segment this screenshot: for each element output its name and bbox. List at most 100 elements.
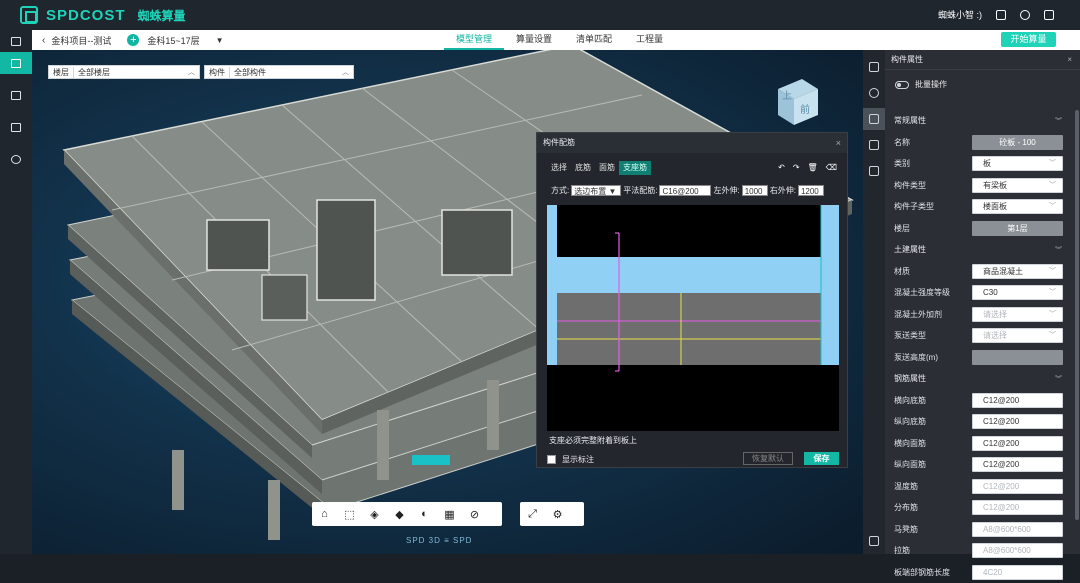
property-select[interactable]: 请选择﹀: [972, 328, 1063, 343]
help-icon[interactable]: [1020, 10, 1030, 20]
collapse-icon[interactable]: ︾: [1055, 116, 1062, 126]
floor-range[interactable]: 金科15~17层: [147, 34, 199, 47]
section-header[interactable]: 土建属性︾: [885, 239, 1072, 261]
property-select[interactable]: 请选择﹀: [972, 307, 1063, 322]
property-select[interactable]: 商品混凝土﹀: [972, 264, 1063, 279]
tab-quantity-settings[interactable]: 算量设置: [504, 30, 564, 50]
logout-icon[interactable]: [1044, 10, 1054, 20]
back-icon[interactable]: ‹: [42, 35, 45, 46]
property-input[interactable]: C12@200: [972, 457, 1063, 472]
chevron-down-icon[interactable]: ︿: [338, 67, 353, 77]
dialog-footer: 显示标注 恢复默认 保存: [547, 451, 839, 467]
cube-icon[interactable]: ◈: [362, 502, 387, 526]
property-value: 商品混凝土: [983, 267, 1023, 276]
property-input[interactable]: A8@600*600: [972, 543, 1063, 558]
tab-select[interactable]: 选择: [547, 161, 571, 175]
eraser-icon[interactable]: ⌫: [826, 163, 837, 172]
properties-tool[interactable]: [863, 56, 885, 78]
property-row: 类别板﹀: [885, 153, 1072, 175]
tab-bottom-rebar[interactable]: 底筋: [571, 161, 595, 175]
fullscreen-icon[interactable]: ⤢: [520, 502, 545, 526]
settings-icon[interactable]: ⚙: [545, 502, 570, 526]
view-cube[interactable]: 上 前: [772, 75, 822, 127]
start-calculation-button[interactable]: 开始算量: [1001, 32, 1056, 47]
project-name[interactable]: 金科项目--测试: [51, 34, 111, 47]
property-input[interactable]: C12@200: [972, 500, 1063, 515]
cube-front-label[interactable]: 前: [800, 103, 810, 116]
redo-icon[interactable]: ↷: [793, 163, 800, 172]
property-input[interactable]: A8@600*600: [972, 522, 1063, 537]
property-input[interactable]: 4C20: [972, 565, 1063, 580]
property-input[interactable]: [972, 350, 1063, 365]
sphere-icon[interactable]: ◐: [412, 502, 437, 526]
batch-operation[interactable]: 批量操作: [895, 79, 947, 90]
property-input[interactable]: 砼板 - 100: [972, 135, 1063, 150]
property-select[interactable]: C30﹀: [972, 285, 1063, 300]
property-input[interactable]: C12@200: [972, 479, 1063, 494]
edit-tool[interactable]: [863, 134, 885, 156]
home-icon[interactable]: ⌂: [312, 502, 337, 526]
floor-filter[interactable]: 楼层 全部楼层 ︿: [48, 65, 200, 79]
hide-icon[interactable]: ⊘: [462, 502, 487, 526]
nav-report[interactable]: [0, 84, 32, 106]
select-box-icon[interactable]: ⬚: [337, 502, 362, 526]
chevron-down-icon[interactable]: ︿: [184, 67, 199, 77]
component-filter-value[interactable]: 全部构件: [230, 67, 338, 78]
view-toolbar: ⌂ ⬚ ◈ ◆ ◐ ▦ ⊘: [312, 502, 502, 526]
property-select[interactable]: 楼面板﹀: [972, 199, 1063, 214]
scrollbar[interactable]: [1075, 110, 1079, 520]
property-input[interactable]: C12@200: [972, 393, 1063, 408]
tab-quantities[interactable]: 工程量: [624, 30, 675, 50]
close-icon[interactable]: ×: [836, 133, 841, 153]
report-tool[interactable]: [863, 160, 885, 182]
property-input[interactable]: C12@200: [972, 414, 1063, 429]
section-header[interactable]: 常规属性︾: [885, 110, 1072, 132]
chevron-down-icon: ﹀: [1049, 200, 1056, 213]
right-extend-input[interactable]: 1200: [798, 185, 824, 196]
tab-model-management[interactable]: 模型管理: [444, 30, 504, 50]
tab-list-match[interactable]: 清单匹配: [564, 30, 624, 50]
solid-cube-icon[interactable]: ◆: [387, 502, 412, 526]
component-filter[interactable]: 构件 全部构件 ︿: [204, 65, 354, 79]
floor-dropdown-icon[interactable]: ▼: [216, 36, 224, 45]
method-select[interactable]: 选边布置 ▼: [571, 185, 621, 196]
delete-icon[interactable]: 🗑: [808, 163, 818, 172]
property-input[interactable]: 第1层: [972, 221, 1063, 236]
undo-icon[interactable]: ↶: [778, 163, 785, 172]
rebar-canvas[interactable]: [547, 205, 839, 431]
tab-support-rebar[interactable]: 支座筋: [619, 161, 651, 175]
add-icon[interactable]: +: [127, 34, 139, 46]
model-tool[interactable]: [863, 530, 885, 552]
restore-default-button[interactable]: 恢复默认: [743, 452, 793, 465]
close-icon[interactable]: ×: [1067, 50, 1072, 70]
property-label: 构件子类型: [894, 201, 934, 212]
section-icon[interactable]: ▦: [437, 502, 462, 526]
save-button[interactable]: 保存: [804, 452, 839, 465]
report-icon: [11, 91, 21, 100]
user-name[interactable]: 蜘蛛小智 :): [938, 8, 982, 21]
property-input[interactable]: C12@200: [972, 436, 1063, 451]
left-extend-label: 左外伸:: [713, 185, 739, 196]
nav-model[interactable]: [0, 52, 32, 74]
visibility-tool[interactable]: [863, 82, 885, 104]
floor-filter-value[interactable]: 全部楼层: [74, 67, 184, 78]
rebar-input[interactable]: C16@200: [659, 185, 711, 196]
property-select[interactable]: 有梁板﹀: [972, 178, 1063, 193]
property-select[interactable]: 板﹀: [972, 156, 1063, 171]
cube-top-label[interactable]: 上: [782, 90, 792, 102]
batch-toggle[interactable]: [895, 81, 909, 89]
property-label: 泵送高度(m): [894, 352, 938, 363]
nav-user[interactable]: [0, 148, 32, 170]
left-extend-input[interactable]: 1000: [742, 185, 768, 196]
section-header[interactable]: 钢筋属性︾: [885, 368, 1072, 390]
collapse-icon[interactable]: ︾: [1055, 374, 1062, 384]
show-annotation-checkbox[interactable]: [547, 455, 556, 464]
nav-layout[interactable]: [0, 116, 32, 138]
document-icon[interactable]: [996, 10, 1006, 20]
tab-top-rebar[interactable]: 面筋: [595, 161, 619, 175]
rebar-tool[interactable]: [863, 108, 885, 130]
property-list: 常规属性︾名称砼板 - 100类别板﹀构件类型有梁板﹀构件子类型楼面板﹀楼层第1…: [885, 110, 1072, 583]
collapse-icon[interactable]: ︾: [1055, 245, 1062, 255]
property-row: 纵向底筋C12@200: [885, 411, 1072, 433]
menu-toggle[interactable]: [0, 30, 32, 52]
